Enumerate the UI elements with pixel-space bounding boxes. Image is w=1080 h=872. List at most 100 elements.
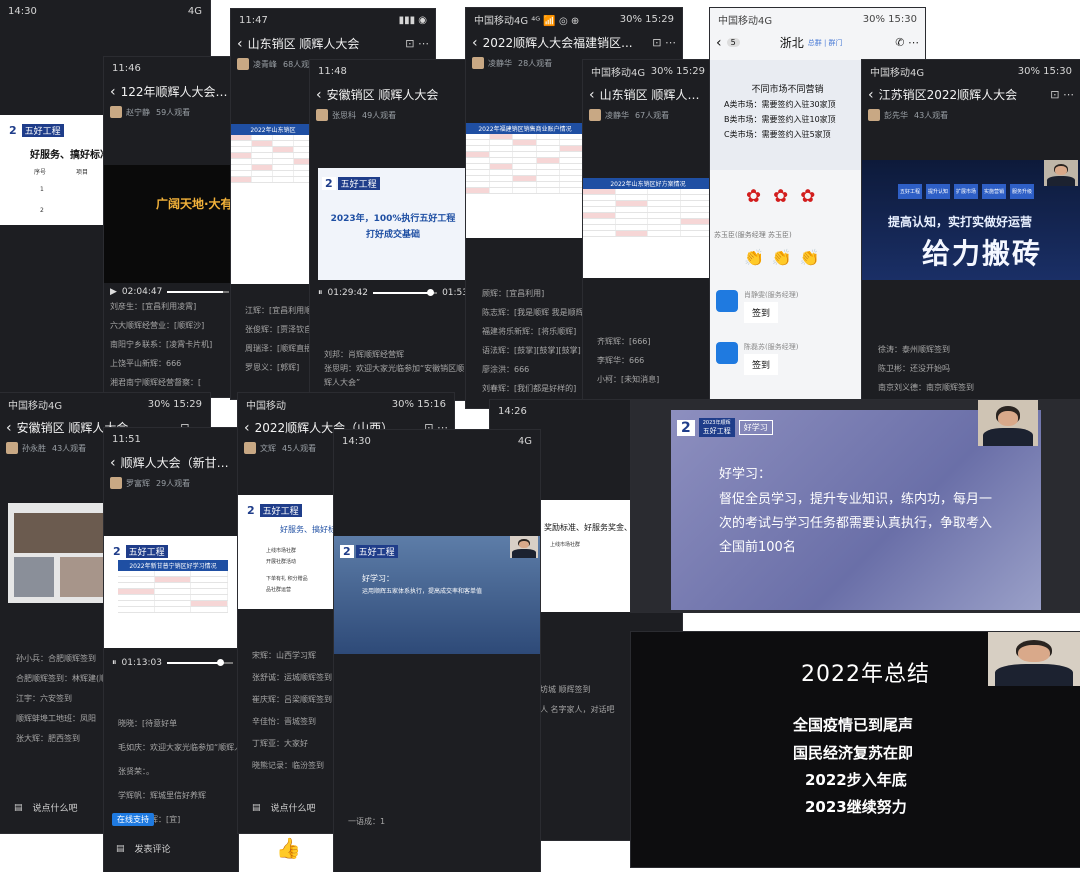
- slide-badge: 2 五好工程: [6, 124, 64, 137]
- comment: 张贤荣：。: [118, 767, 154, 776]
- presenter-camera: [510, 536, 538, 558]
- stream-title: 山东销区 顺辉人大会: [247, 37, 360, 51]
- progress-bar[interactable]: [166, 659, 233, 666]
- slide-line: B类市场：需要签约入驻10家顶: [724, 115, 836, 124]
- play-time: 01:29:42: [327, 288, 368, 298]
- back-icon[interactable]: ‹: [237, 36, 243, 52]
- viewer-count: 43人观看: [52, 443, 87, 453]
- slide-heading: 不同市场不同营销: [751, 85, 824, 95]
- comment: 张思明：欢迎大家光临参加“安徽销区顺辉人大会”: [324, 364, 465, 387]
- slide-line: A类市场：需要签约入驻30家顶: [724, 100, 836, 109]
- data-table: 2022年福建销区销售商业账户情况: [466, 123, 584, 238]
- status-carrier: 中国移动4G ⁴ᴳ 📶 ◎ ⊕: [474, 15, 580, 27]
- back-icon[interactable]: ‹: [110, 455, 116, 471]
- progress-bar[interactable]: [372, 289, 438, 296]
- battery: 30%: [147, 398, 170, 410]
- comment-icon: ▤: [116, 843, 125, 854]
- slide-text: 运用顺辉五家体系执行，提高成交率和客单值: [362, 588, 483, 595]
- slide-table: 2 五好工程 2022年新甘普宁销区好学习情况: [104, 536, 238, 648]
- back-icon[interactable]: ‹: [472, 35, 478, 51]
- back-icon[interactable]: ‹: [316, 87, 322, 103]
- slide-video: 广阔天地·大有: [104, 165, 234, 283]
- avatar: [244, 442, 256, 454]
- comment: 徐涛：泰州顺辉签到: [878, 345, 950, 354]
- status-time: 15:30: [1043, 65, 1072, 77]
- comment: 湘君南宁顺辉经营督察：[: [110, 378, 202, 387]
- back-icon[interactable]: ‹: [868, 87, 874, 103]
- back-icon[interactable]: ‹: [244, 420, 250, 436]
- back-icon[interactable]: ‹: [589, 87, 595, 103]
- battery: 30%: [862, 13, 885, 25]
- avatar: [472, 57, 484, 69]
- more-icon[interactable]: ⊡ ⋯: [648, 36, 676, 49]
- avatar: [110, 477, 122, 489]
- slide-item: 下单有礼 积分赠品: [266, 576, 308, 582]
- pause-icon[interactable]: ⏸: [318, 288, 323, 298]
- viewer-count: 29人观看: [156, 478, 191, 488]
- summary-line: 2022步入年底: [805, 771, 907, 789]
- sender-name: 肖静雯(服务经理): [744, 291, 799, 299]
- pause-icon[interactable]: ⏸: [112, 658, 117, 668]
- host-name: 罗富辉: [126, 478, 150, 488]
- host-name: 赵宁静: [126, 107, 150, 117]
- back-count: 5: [726, 38, 740, 47]
- stream-title: 2022顺辉人大会福建销区...: [482, 36, 633, 50]
- call-icon[interactable]: ✆ ⋯: [891, 36, 919, 49]
- signal-indicator: 4G: [517, 435, 532, 447]
- more-icon[interactable]: ⊡ ⋯: [401, 37, 429, 50]
- comment-input[interactable]: ▤ 说点什么吧: [252, 801, 316, 815]
- comment: 陈卫彬：还没开始吗: [878, 364, 950, 373]
- menu-chip: 五好工程: [898, 184, 922, 199]
- host-name: 孙永胜: [22, 443, 46, 453]
- comment-icon: ▤: [252, 802, 261, 813]
- support-pill[interactable]: 在线支持: [112, 813, 154, 826]
- screenshot-xingan-livestream: 11:51 ‹ 顺辉人大会（新甘普宁销 罗富辉 29人观看 2五好工程 2022年新…: [104, 428, 238, 872]
- chat-message: 陈磊苏(服务经理) 签到: [716, 342, 798, 375]
- avatar: [237, 58, 249, 70]
- avatar: [589, 109, 601, 121]
- progress-bar[interactable]: [167, 291, 229, 293]
- back-icon[interactable]: ‹: [6, 420, 12, 436]
- duration: 01:53: [442, 288, 468, 298]
- comment-list: 一语成：1: [348, 812, 528, 831]
- status-time: 15:29: [645, 13, 674, 25]
- slide-text: 2023年，100%执行五好工程: [330, 214, 456, 224]
- slide-body: 督促全员学习，提升专业知识，练内功，每月一次的考试与学习任务都需要认真执行，争取…: [719, 492, 993, 555]
- back-icon[interactable]: ‹: [716, 35, 722, 51]
- comment: 南京刘义德：南京顺辉签到: [878, 383, 974, 392]
- avatar: [110, 106, 122, 118]
- play-icon[interactable]: ▶: [110, 287, 117, 297]
- table-title: 2022年新甘普宁销区好学习情况: [118, 560, 228, 571]
- slide-badge: 2 五好工程: [244, 504, 302, 517]
- slide-item: 上线市场社群: [266, 548, 297, 554]
- back-icon[interactable]: ‹: [110, 84, 116, 100]
- play-time: 01:13:03: [121, 658, 162, 668]
- slide-image: 2 五好工程 2023年，100%执行五好工程 打好成交基础: [318, 168, 468, 280]
- comment-input[interactable]: ▤ 说点什么吧: [14, 801, 78, 815]
- viewer-count: 67人观看: [635, 110, 670, 120]
- data-table: 2022年山东销区: [231, 124, 315, 284]
- status-carrier: 中国移动4G: [870, 67, 925, 79]
- status-carrier: 中国移动4G: [718, 15, 773, 27]
- slogan-big: 给力搬砖: [922, 237, 1043, 270]
- table-title: 2022年山东销区: [231, 124, 315, 135]
- viewer-count: 43人观看: [914, 110, 949, 120]
- stream-title: 顺辉人大会（新甘普宁销: [120, 456, 232, 470]
- menu-chip: 服务升级: [1010, 184, 1034, 199]
- comment-list: 徐涛：泰州顺辉签到 陈卫彬：还没开始吗 南京刘义德：南京顺辉签到: [878, 340, 1078, 397]
- battery: 30%: [1017, 65, 1040, 77]
- comment: 齐辉辉：[666]: [597, 337, 651, 346]
- comment: 六大顺辉经营业：[顺辉沙]: [110, 321, 205, 330]
- thumb-icon[interactable]: 👍: [276, 836, 301, 860]
- summary-title: 2022年总结: [801, 662, 930, 687]
- slide-badge: 2 五好工程: [110, 545, 168, 558]
- more-icon[interactable]: ⊡ ⋯: [1046, 88, 1074, 101]
- comment-input[interactable]: ▤ 发表评论: [116, 842, 171, 856]
- slide-item: 开展社群活动: [266, 559, 297, 565]
- video-controls[interactable]: ⏸ 01:29:42 01:53: [318, 286, 468, 300]
- video-controls[interactable]: ⏸ 01:13:03: [112, 656, 238, 670]
- comment-icon: ▤: [14, 802, 23, 813]
- status-time: 14:30: [8, 5, 37, 17]
- message-bubble: 签到: [744, 302, 779, 323]
- comment-list: 齐辉辉：[666] 李辉华：666 小柯：[未知消息]: [597, 332, 707, 389]
